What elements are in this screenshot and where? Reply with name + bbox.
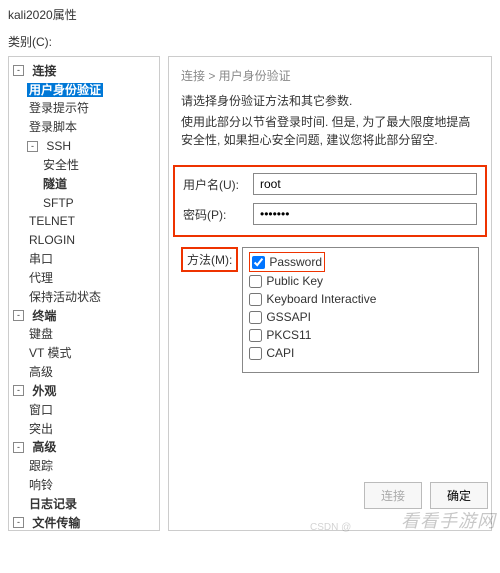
method-option-label: Password xyxy=(269,253,322,271)
method-checkbox-pkcs11[interactable] xyxy=(249,329,262,342)
tree-toggle-icon[interactable]: - xyxy=(13,517,24,528)
tree-item-security[interactable]: 安全性 xyxy=(41,158,81,172)
method-option-label: CAPI xyxy=(266,344,294,362)
method-label: 方法(M): xyxy=(187,253,232,267)
tree-toggle-icon[interactable]: - xyxy=(13,442,24,453)
bottom-button-bar: 连接 确定 xyxy=(364,482,488,509)
tree-item-authentication[interactable]: 用户身份验证 xyxy=(27,83,103,97)
tree-item-keepalive[interactable]: 保持活动状态 xyxy=(27,290,103,304)
method-checkbox-publickey[interactable] xyxy=(249,275,262,288)
tree-item-login-script[interactable]: 登录脚本 xyxy=(27,120,79,134)
tree-item-proxy[interactable]: 代理 xyxy=(27,271,55,285)
username-input[interactable] xyxy=(253,173,477,195)
method-list: Password Public Key Keyboard Interactive… xyxy=(242,247,479,373)
description-line2: 使用此部分以节省登录时间. 但是, 为了最大限度地提高安全性, 如果担心安全问题… xyxy=(181,113,479,149)
method-option-label: Keyboard Interactive xyxy=(266,290,376,308)
description-line1: 请选择身份验证方法和其它参数. xyxy=(181,92,479,109)
connect-button[interactable]: 连接 xyxy=(364,482,422,509)
tree-item-window[interactable]: 窗口 xyxy=(27,403,55,417)
tree-item-highlight[interactable]: 突出 xyxy=(27,422,55,436)
breadcrumb: 连接 > 用户身份验证 xyxy=(181,67,479,84)
category-label: 类别(C): xyxy=(0,29,500,56)
content-panel: 连接 > 用户身份验证 请选择身份验证方法和其它参数. 使用此部分以节省登录时间… xyxy=(168,56,492,531)
method-option-label: PKCS11 xyxy=(266,326,311,344)
tree-item-telnet[interactable]: TELNET xyxy=(27,214,77,228)
tree-item-trace[interactable]: 跟踪 xyxy=(27,459,55,473)
tree-item-serial[interactable]: 串口 xyxy=(27,252,55,266)
main-area: - 连接 用户身份验证 登录提示符 登录脚本 - SSH 安全性 隧道 SFT xyxy=(0,56,500,539)
tree-item-sftp[interactable]: SFTP xyxy=(41,196,76,210)
tree-item-login-prompt[interactable]: 登录提示符 xyxy=(27,101,91,115)
tree-toggle-icon[interactable]: - xyxy=(13,65,24,76)
password-label: 密码(P): xyxy=(183,206,253,223)
tree-item-tunnel[interactable]: 隧道 xyxy=(41,177,69,191)
tree-item-filetransfer[interactable]: 文件传输 xyxy=(30,516,82,530)
tree-item-terminal[interactable]: 终端 xyxy=(30,309,58,323)
tree-toggle-icon[interactable]: - xyxy=(13,385,24,396)
tree-item-vtmode[interactable]: VT 模式 xyxy=(27,346,73,360)
window-title: kali2020属性 xyxy=(0,0,500,29)
method-checkbox-capi[interactable] xyxy=(249,347,262,360)
method-checkbox-gssapi[interactable] xyxy=(249,311,262,324)
method-checkbox-password[interactable] xyxy=(252,256,265,269)
method-label-highlight: 方法(M): xyxy=(181,247,238,272)
ok-button[interactable]: 确定 xyxy=(430,482,488,509)
tree-item-advanced[interactable]: 高级 xyxy=(30,440,58,454)
tree-item-keyboard[interactable]: 键盘 xyxy=(27,327,55,341)
category-tree: - 连接 用户身份验证 登录提示符 登录脚本 - SSH 安全性 隧道 SFT xyxy=(8,56,160,531)
password-input[interactable] xyxy=(253,203,477,225)
method-option-label: Public Key xyxy=(266,272,323,290)
credentials-highlight: 用户名(U): 密码(P): xyxy=(173,165,487,237)
tree-item-connection[interactable]: 连接 xyxy=(30,64,58,78)
username-label: 用户名(U): xyxy=(183,176,253,193)
tree-item-ssh[interactable]: SSH xyxy=(44,139,73,153)
tree-toggle-icon[interactable]: - xyxy=(27,141,38,152)
watermark: 看看手游网 xyxy=(401,507,496,533)
tree-item-bell[interactable]: 响铃 xyxy=(27,478,55,492)
tree-item-logging[interactable]: 日志记录 xyxy=(27,497,79,511)
method-checkbox-keyboardinteractive[interactable] xyxy=(249,293,262,306)
method-option-label: GSSAPI xyxy=(266,308,311,326)
method-row: 方法(M): Password Public Key Keyboard Inte… xyxy=(181,247,479,373)
tree-item-appearance[interactable]: 外观 xyxy=(30,384,58,398)
tree-toggle-icon[interactable]: - xyxy=(13,310,24,321)
tree-item-advanced-terminal[interactable]: 高级 xyxy=(27,365,55,379)
tree-item-rlogin[interactable]: RLOGIN xyxy=(27,233,77,247)
watermark-small: CSDN @ xyxy=(310,522,351,533)
method-password-highlight: Password xyxy=(249,252,325,272)
